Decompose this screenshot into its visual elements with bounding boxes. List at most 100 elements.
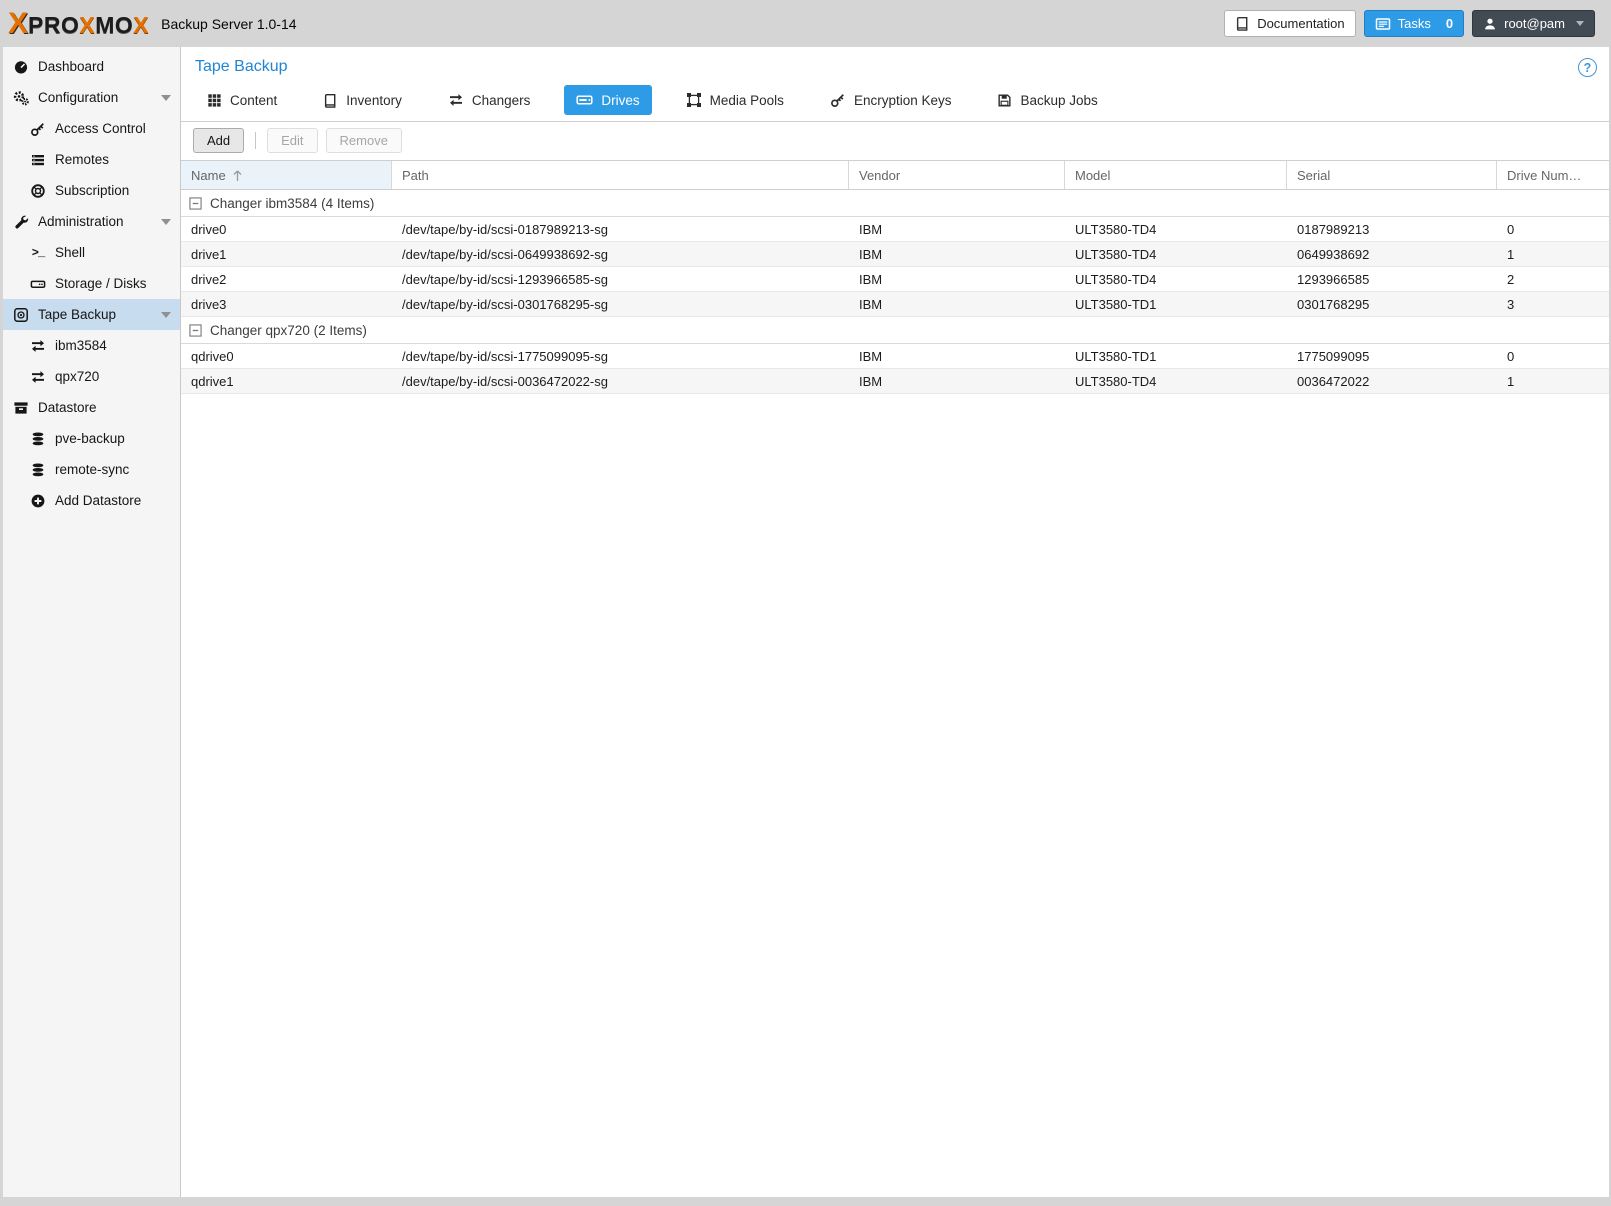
dashboard-icon xyxy=(13,59,29,75)
cell-vendor: IBM xyxy=(859,271,883,287)
collapse-minus-square-icon[interactable] xyxy=(189,196,202,210)
sidebar-item-remote-sync[interactable]: remote-sync xyxy=(3,454,180,485)
drives-table: Name Path Vendor Model Serial Drive Num…… xyxy=(181,160,1609,394)
cell-drive-number: 0 xyxy=(1507,348,1515,364)
exchange-arrows-icon xyxy=(30,338,46,354)
cell-path: /dev/tape/by-id/scsi-0301768295-sg xyxy=(402,296,608,312)
tab-drives[interactable]: Drives xyxy=(564,85,652,115)
cell-name: drive0 xyxy=(191,221,227,237)
sidebar-item-datastore[interactable]: Datastore xyxy=(3,392,180,423)
column-header-path[interactable]: Path xyxy=(392,161,849,189)
cell-vendor: IBM xyxy=(859,221,883,237)
column-header-name[interactable]: Name xyxy=(181,161,392,189)
cell-serial: 1293966585 xyxy=(1297,271,1370,287)
tab-inventory[interactable]: Inventory xyxy=(311,85,414,115)
cell-model: ULT3580-TD4 xyxy=(1075,271,1157,287)
cell-vendor: IBM xyxy=(859,348,883,364)
book-icon xyxy=(1235,16,1250,31)
sidebar-item-add-datastore[interactable]: Add Datastore xyxy=(3,485,180,516)
cell-path: /dev/tape/by-id/scsi-0036472022-sg xyxy=(402,373,608,389)
cell-name: drive3 xyxy=(191,296,227,312)
collapse-minus-square-icon[interactable] xyxy=(189,323,202,337)
remove-button[interactable]: Remove xyxy=(325,128,402,153)
table-row[interactable]: drive0 /dev/tape/by-id/scsi-0187989213-s… xyxy=(181,217,1609,242)
toolbar-separator xyxy=(255,132,257,149)
sidebar-item-configuration[interactable]: Configuration xyxy=(3,82,180,113)
tab-backup-jobs[interactable]: Backup Jobs xyxy=(985,85,1109,115)
cell-model: ULT3580-TD1 xyxy=(1075,296,1157,312)
group-label: Changer qpx720 (2 Items) xyxy=(210,322,367,338)
cell-path: /dev/tape/by-id/scsi-0187989213-sg xyxy=(402,221,608,237)
app-title: Backup Server 1.0-14 xyxy=(161,15,297,32)
database-icon xyxy=(30,462,46,478)
add-button[interactable]: Add xyxy=(193,128,245,153)
save-icon xyxy=(997,93,1012,108)
collapse-caret-icon[interactable] xyxy=(161,312,171,318)
cell-path: /dev/tape/by-id/scsi-1293966585-sg xyxy=(402,271,608,287)
life-ring-icon xyxy=(30,183,46,199)
group-row-qpx720[interactable]: Changer qpx720 (2 Items) xyxy=(181,317,1609,344)
edit-button[interactable]: Edit xyxy=(267,128,318,153)
cell-model: ULT3580-TD1 xyxy=(1075,348,1157,364)
sidebar-item-storage-disks[interactable]: Storage / Disks xyxy=(3,268,180,299)
tab-changers[interactable]: Changers xyxy=(436,85,543,115)
hdd-icon xyxy=(30,276,46,292)
sidebar: Dashboard Configuration Access Control R… xyxy=(3,47,181,1197)
cell-path: /dev/tape/by-id/scsi-0649938692-sg xyxy=(402,246,608,262)
column-header-serial[interactable]: Serial xyxy=(1287,161,1497,189)
documentation-button[interactable]: Documentation xyxy=(1224,10,1356,37)
tab-encryption-keys[interactable]: Encryption Keys xyxy=(818,85,964,115)
tasks-label: Tasks xyxy=(1397,16,1431,31)
cell-drive-number: 1 xyxy=(1507,246,1515,262)
wrench-icon xyxy=(13,214,29,230)
column-header-vendor[interactable]: Vendor xyxy=(849,161,1065,189)
tasks-count-badge: 0 xyxy=(1445,16,1454,31)
documentation-label: Documentation xyxy=(1257,16,1345,31)
key-icon xyxy=(830,92,846,108)
sidebar-item-qpx720[interactable]: qpx720 xyxy=(3,361,180,392)
tab-media-pools[interactable]: Media Pools xyxy=(674,85,796,115)
gears-icon xyxy=(13,90,29,106)
cell-serial: 1775099095 xyxy=(1297,348,1370,364)
list-bars-icon xyxy=(30,152,46,168)
sidebar-item-subscription[interactable]: Subscription xyxy=(3,175,180,206)
sidebar-item-remotes[interactable]: Remotes xyxy=(3,144,180,175)
tab-content[interactable]: Content xyxy=(195,85,289,115)
cell-vendor: IBM xyxy=(859,246,883,262)
table-row[interactable]: drive3 /dev/tape/by-id/scsi-0301768295-s… xyxy=(181,292,1609,317)
top-header: X PROXMOX Backup Server 1.0-14 Documenta… xyxy=(0,0,1611,47)
table-row[interactable]: drive2 /dev/tape/by-id/scsi-1293966585-s… xyxy=(181,267,1609,292)
collapse-caret-icon[interactable] xyxy=(161,219,171,225)
cell-drive-number: 1 xyxy=(1507,373,1515,389)
exchange-arrows-icon xyxy=(448,92,464,108)
cell-name: qdrive1 xyxy=(191,373,234,389)
key-icon xyxy=(30,121,46,137)
table-row[interactable]: qdrive0 /dev/tape/by-id/scsi-1775099095-… xyxy=(181,344,1609,369)
main-panel: Tape Backup ? Content Inventory Changers… xyxy=(181,47,1609,1197)
cell-serial: 0301768295 xyxy=(1297,296,1370,312)
cell-model: ULT3580-TD4 xyxy=(1075,373,1157,389)
toolbar: Add Edit Remove xyxy=(181,122,1609,160)
tasks-button[interactable]: Tasks 0 xyxy=(1363,10,1465,37)
sidebar-item-tape-backup[interactable]: Tape Backup xyxy=(3,299,180,330)
column-header-drive-number[interactable]: Drive Num… xyxy=(1497,161,1609,189)
table-header-row: Name Path Vendor Model Serial Drive Num… xyxy=(181,161,1609,190)
cell-serial: 0187989213 xyxy=(1297,221,1370,237)
collapse-caret-icon[interactable] xyxy=(161,95,171,101)
sidebar-item-administration[interactable]: Administration xyxy=(3,206,180,237)
column-header-model[interactable]: Model xyxy=(1065,161,1287,189)
group-row-ibm3584[interactable]: Changer ibm3584 (4 Items) xyxy=(181,190,1609,217)
user-menu-button[interactable]: root@pam xyxy=(1472,10,1595,37)
user-label: root@pam xyxy=(1504,16,1565,31)
table-row[interactable]: drive1 /dev/tape/by-id/scsi-0649938692-s… xyxy=(181,242,1609,267)
sidebar-item-ibm3584[interactable]: ibm3584 xyxy=(3,330,180,361)
help-icon[interactable]: ? xyxy=(1578,58,1597,77)
table-row[interactable]: qdrive1 /dev/tape/by-id/scsi-0036472022-… xyxy=(181,369,1609,394)
exchange-arrows-icon xyxy=(30,369,46,385)
sidebar-item-dashboard[interactable]: Dashboard xyxy=(3,51,180,82)
cell-drive-number: 0 xyxy=(1507,221,1515,237)
sidebar-item-shell[interactable]: >_ Shell xyxy=(3,237,180,268)
user-icon xyxy=(1483,17,1497,31)
sidebar-item-access-control[interactable]: Access Control xyxy=(3,113,180,144)
sidebar-item-pve-backup[interactable]: pve-backup xyxy=(3,423,180,454)
